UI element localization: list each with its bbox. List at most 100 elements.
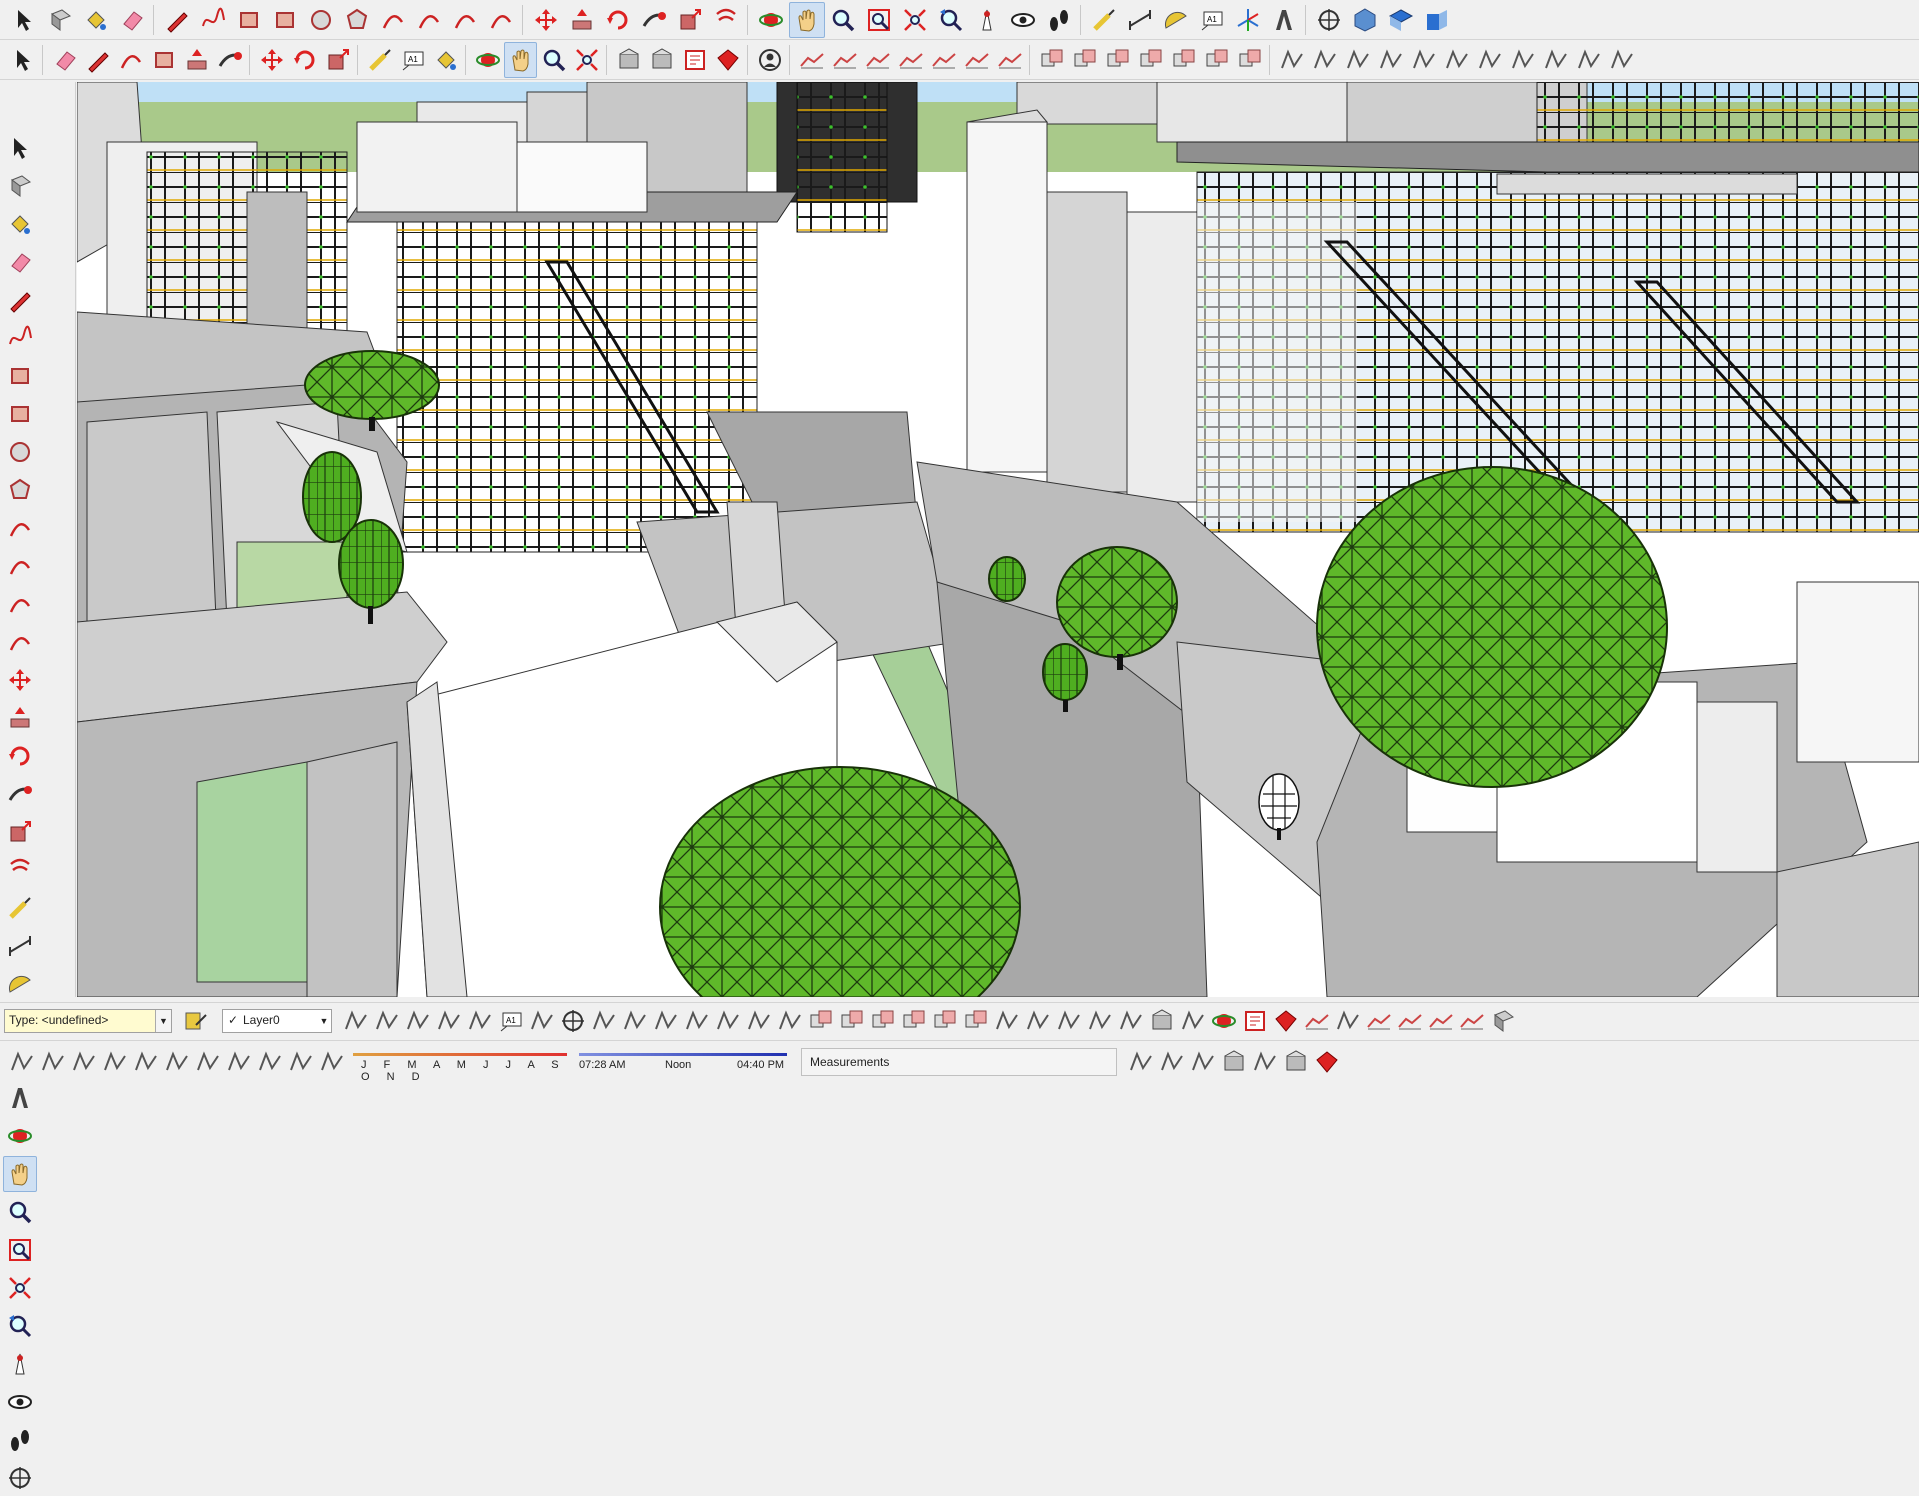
freehand-icon[interactable] xyxy=(195,2,231,38)
rotate-icon[interactable] xyxy=(288,42,321,78)
measurements-box[interactable]: Measurements xyxy=(801,1047,1117,1076)
split-icon[interactable] xyxy=(1134,42,1167,78)
add-detail-icon[interactable] xyxy=(1425,1003,1456,1039)
3d-text-icon[interactable] xyxy=(1266,2,1302,38)
polygon-icon[interactable] xyxy=(3,472,37,508)
previous-view-icon[interactable] xyxy=(3,1308,37,1344)
axes-icon[interactable] xyxy=(1230,2,1266,38)
line-icon[interactable] xyxy=(3,282,37,318)
model-info-icon[interactable] xyxy=(285,1044,316,1080)
zoom-icon[interactable] xyxy=(825,2,861,38)
tape-measure-icon[interactable] xyxy=(3,890,37,926)
playback-icon[interactable] xyxy=(681,1003,712,1039)
push-pull-icon[interactable] xyxy=(564,2,600,38)
roof-icon[interactable] xyxy=(1084,1003,1115,1039)
intersect-icon[interactable] xyxy=(1200,42,1233,78)
section-plane-icon[interactable] xyxy=(1311,2,1347,38)
previous-view-icon[interactable] xyxy=(933,2,969,38)
ruby-icon[interactable] xyxy=(711,42,744,78)
account-icon[interactable] xyxy=(753,42,786,78)
flip-edge-icon[interactable] xyxy=(993,42,1026,78)
monochrome-style-icon[interactable] xyxy=(526,1003,557,1039)
move-icon[interactable] xyxy=(255,42,288,78)
move-icon[interactable] xyxy=(3,662,37,698)
orbit-icon[interactable] xyxy=(3,1118,37,1154)
zoom-extents-icon[interactable] xyxy=(897,2,933,38)
video-camera-icon[interactable] xyxy=(588,1003,619,1039)
animation-icon[interactable] xyxy=(619,1003,650,1039)
door-icon[interactable] xyxy=(1022,1003,1053,1039)
xray-style-icon[interactable] xyxy=(340,1003,371,1039)
pan-icon[interactable] xyxy=(3,1156,37,1192)
house-icon[interactable] xyxy=(991,1003,1022,1039)
smoove-icon[interactable] xyxy=(861,42,894,78)
protractor-icon[interactable] xyxy=(1158,2,1194,38)
tape-measure-icon[interactable] xyxy=(1086,2,1122,38)
roof-icon[interactable] xyxy=(1506,42,1539,78)
make-component-icon[interactable] xyxy=(3,168,37,204)
trim-icon[interactable] xyxy=(1101,42,1134,78)
section-fill-icon[interactable] xyxy=(557,1003,588,1039)
intersect-icon[interactable] xyxy=(929,1003,960,1039)
zoom-icon[interactable] xyxy=(3,1194,37,1230)
scene-icon[interactable] xyxy=(712,1003,743,1039)
shaded-textures-style-icon[interactable]: A1 xyxy=(495,1003,526,1039)
beam-icon[interactable] xyxy=(1539,42,1572,78)
add-scene-icon[interactable] xyxy=(6,1044,37,1080)
undo-icon[interactable] xyxy=(192,1044,223,1080)
zoom-extents-icon[interactable] xyxy=(3,1270,37,1306)
eraser-icon[interactable] xyxy=(114,2,150,38)
terrain-icon[interactable] xyxy=(1156,1044,1187,1080)
print-icon[interactable] xyxy=(254,1044,285,1080)
arc-dropdown-icon[interactable] xyxy=(114,42,147,78)
house2-icon[interactable] xyxy=(1115,1003,1146,1039)
walk-icon[interactable] xyxy=(3,1422,37,1458)
shadow-time-slider[interactable]: 07:28 AM Noon 04:40 PM xyxy=(579,1045,787,1079)
section-plane-icon[interactable] xyxy=(3,1460,37,1496)
pie-icon[interactable] xyxy=(3,624,37,660)
freehand-icon[interactable] xyxy=(3,320,37,356)
wall-icon[interactable] xyxy=(1407,42,1440,78)
line-icon[interactable] xyxy=(159,2,195,38)
column-icon[interactable] xyxy=(1572,42,1605,78)
share-model-icon[interactable] xyxy=(1249,1044,1280,1080)
entity-type-field[interactable]: Type: <undefined> ▼ xyxy=(4,1008,172,1033)
two-point-arc-icon[interactable] xyxy=(3,548,37,584)
stairs-icon[interactable] xyxy=(1341,42,1374,78)
rotated-rectangle-icon[interactable] xyxy=(267,2,303,38)
window-icon[interactable] xyxy=(1440,42,1473,78)
pan-icon[interactable] xyxy=(789,1,825,38)
select-icon[interactable] xyxy=(6,42,39,78)
three-point-arc-icon[interactable] xyxy=(447,2,483,38)
grid-icon[interactable] xyxy=(1332,1003,1363,1039)
sandbox-from-contours-icon[interactable] xyxy=(795,42,828,78)
drape-icon[interactable] xyxy=(1394,1003,1425,1039)
color-wheel-icon[interactable] xyxy=(1177,1003,1208,1039)
look-around-icon[interactable] xyxy=(3,1384,37,1420)
orbit-icon[interactable] xyxy=(1208,1003,1239,1039)
shadow-date-slider[interactable]: J F M A M J J A S O N D xyxy=(353,1045,567,1083)
paint-bucket-icon[interactable] xyxy=(78,2,114,38)
extension-warehouse-icon[interactable] xyxy=(1280,1044,1311,1080)
3d-text-icon[interactable] xyxy=(3,1080,37,1116)
circle-icon[interactable] xyxy=(303,2,339,38)
rotate-icon[interactable] xyxy=(600,2,636,38)
date-slider-track[interactable] xyxy=(353,1052,567,1056)
add-detail-icon[interactable] xyxy=(960,42,993,78)
follow-me-icon[interactable] xyxy=(213,42,246,78)
warehouse-icon[interactable] xyxy=(1146,1003,1177,1039)
push-pull-icon[interactable] xyxy=(3,700,37,736)
follow-me-icon[interactable] xyxy=(3,776,37,812)
zoom-icon[interactable] xyxy=(537,42,570,78)
shadows-toggle-icon[interactable] xyxy=(316,1044,347,1080)
delete-scene-icon[interactable] xyxy=(774,1003,805,1039)
position-camera-icon[interactable] xyxy=(3,1346,37,1382)
chevron-down-icon[interactable]: ▼ xyxy=(155,1009,171,1032)
eraser-icon[interactable] xyxy=(3,244,37,280)
select-icon[interactable] xyxy=(6,2,42,38)
iso-view-icon[interactable] xyxy=(1347,2,1383,38)
paint-bucket-icon[interactable] xyxy=(3,206,37,242)
scale-icon[interactable] xyxy=(3,814,37,850)
drape-icon[interactable] xyxy=(927,42,960,78)
split-icon[interactable] xyxy=(898,1003,929,1039)
